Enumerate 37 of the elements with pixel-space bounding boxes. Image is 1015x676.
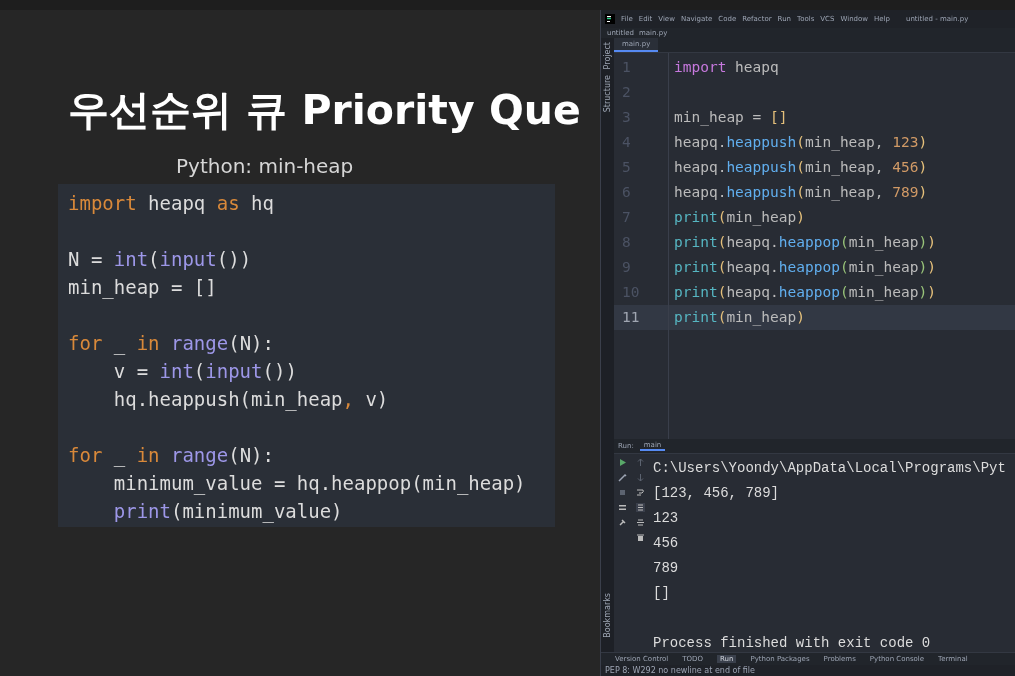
tool-window-button[interactable]: Project — [603, 42, 612, 70]
code-line: heapq.heappush(min_heap, 456) — [673, 158, 929, 178]
code-line: for _ in range(N): — [68, 443, 274, 469]
code-line: for _ in range(N): — [68, 331, 274, 357]
trash-icon[interactable] — [635, 533, 645, 542]
play-icon[interactable] — [617, 458, 627, 467]
code-editor[interactable] — [614, 53, 1015, 439]
code-line: print(heapq.heappop(min_heap)) — [673, 233, 937, 253]
console-output-line: [123, 456, 789] — [653, 484, 780, 503]
code-line: min_heap = [] — [673, 108, 789, 128]
code-line: heapq.heappush(min_heap, 789) — [673, 183, 929, 203]
line-number: 11 — [614, 305, 668, 330]
code-caption: Python: min-heap — [176, 154, 354, 178]
code-line: import heapq as hq — [68, 191, 274, 216]
tool-window-button[interactable]: Bookmarks — [603, 593, 612, 638]
slide-title: 우선순위 큐 Priority Que — [68, 85, 581, 136]
console-output-line: 789 — [653, 559, 679, 578]
code-line: min_heap = [] — [68, 275, 217, 301]
code-line: minimum_value = hq.heappop(min_heap) — [113, 470, 526, 497]
console-output-line: C:\Users\Yoondy\AppData\Local\Programs\Pyt — [653, 459, 1006, 478]
code-line: import heapq — [673, 58, 780, 77]
wrap-icon[interactable] — [635, 488, 645, 497]
code-line: v = int(input()) — [113, 359, 297, 385]
code-line: heapq.heappush(min_heap, 123) — [673, 133, 929, 153]
code-line: print(min_heap) — [673, 208, 806, 228]
console-output-line: [] — [653, 584, 670, 603]
code-line: hq.heappush(min_heap, v) — [113, 386, 389, 413]
tool-window-button[interactable]: Structure — [603, 75, 612, 113]
scroll-end-icon[interactable] — [635, 503, 645, 512]
code-line: print(heapq.heappop(min_heap)) — [673, 258, 937, 278]
console-output-line: 123 — [653, 509, 679, 528]
console-output-line: Process finished with exit code 0 — [653, 634, 931, 653]
code-line: N = int(input()) — [68, 247, 252, 273]
console-output-line: 456 — [653, 534, 679, 553]
code-line: print(minimum_value) — [113, 498, 343, 525]
code-line: print(heapq.heappop(min_heap)) — [673, 283, 937, 303]
app-logo-icon — [605, 14, 615, 24]
